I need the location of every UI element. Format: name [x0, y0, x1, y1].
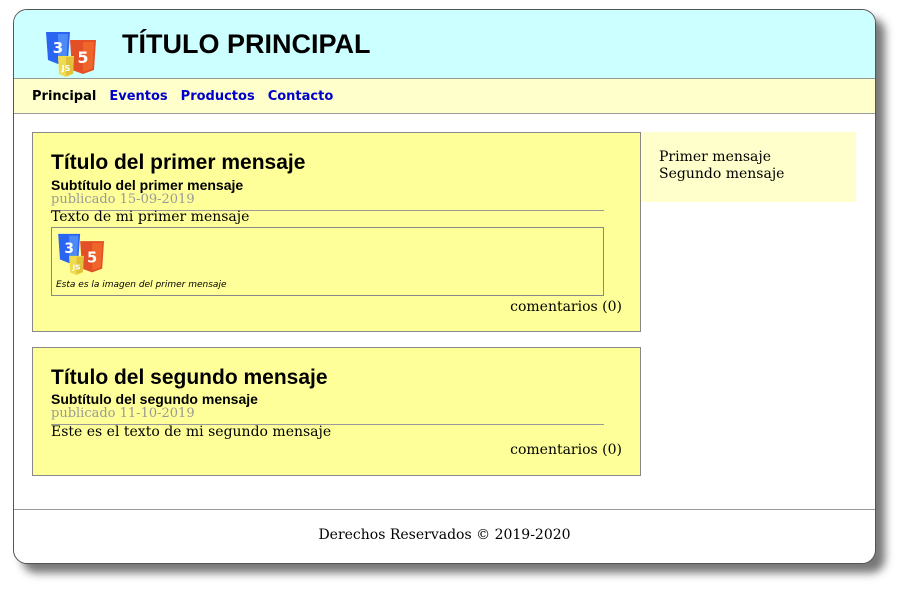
article-text: Este es el texto de mi segundo mensaje	[51, 424, 332, 440]
article-second: Título del segundo mensaje Subtítulo del…	[32, 347, 641, 476]
page-title: TÍTULO PRINCIPAL	[122, 29, 371, 59]
article-figure: 3 5 JS Esta es la imagen del primer mens…	[51, 227, 604, 296]
nav-item-productos[interactable]: Productos	[181, 89, 255, 105]
svg-text:JS: JS	[71, 263, 80, 272]
article-first: Título del primer mensaje Subtítulo del …	[32, 132, 641, 332]
figure-caption: Esta es la imagen del primer mensaje	[56, 280, 227, 290]
main-nav: Principal Eventos Productos Contacto	[14, 79, 875, 114]
sidebar-item-segundo-mensaje[interactable]: Segundo mensaje	[659, 166, 784, 183]
page-container: 3 5 JS TÍTULO PRINCIPAL Principal Evento…	[13, 9, 876, 564]
footer-text: Derechos Reservados © 2019-2020	[318, 527, 571, 543]
article-subtitle: Subtítulo del segundo mensaje	[51, 391, 258, 407]
sidebar-list: Primer mensaje Segundo mensaje	[659, 149, 784, 183]
css-js-html-logo-icon: 3 5 JS	[58, 233, 104, 276]
page-footer: Derechos Reservados © 2019-2020	[14, 509, 875, 563]
nav-item-contacto[interactable]: Contacto	[268, 89, 334, 105]
svg-text:3: 3	[64, 241, 74, 257]
article-title: Título del primer mensaje	[51, 151, 306, 174]
article-subtitle: Subtítulo del primer mensaje	[51, 177, 244, 193]
article-date: publicado 11-10-2019	[51, 406, 604, 425]
css-js-html-logo-icon: 3 5 JS	[46, 32, 96, 77]
comments-link[interactable]: comentarios (0)	[510, 442, 622, 458]
svg-text:3: 3	[53, 39, 63, 57]
comments-link[interactable]: comentarios (0)	[510, 299, 622, 315]
page-header: 3 5 JS TÍTULO PRINCIPAL	[14, 10, 875, 79]
svg-text:JS: JS	[61, 64, 71, 73]
nav-item-eventos[interactable]: Eventos	[109, 89, 167, 105]
nav-item-principal[interactable]: Principal	[32, 89, 96, 105]
article-text: Texto de mi primer mensaje	[51, 209, 250, 225]
article-title: Título del segundo mensaje	[51, 366, 328, 389]
sidebar: Primer mensaje Segundo mensaje	[641, 132, 856, 202]
nav-menu: Principal Eventos Productos Contacto	[32, 89, 346, 105]
svg-text:5: 5	[87, 249, 97, 266]
sidebar-item-primer-mensaje[interactable]: Primer mensaje	[659, 149, 784, 166]
svg-text:5: 5	[77, 48, 88, 67]
